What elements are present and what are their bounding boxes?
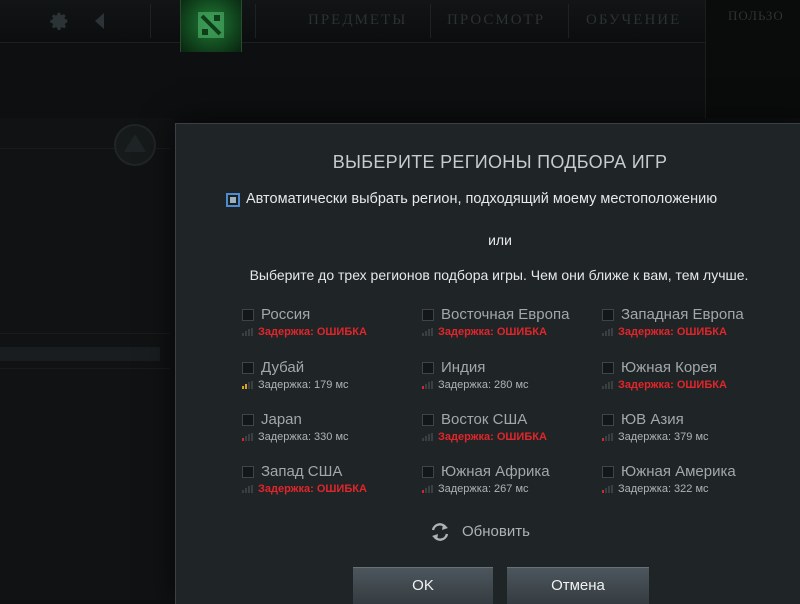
user-tab-label: ПОЛЬЗО	[728, 8, 784, 23]
region-name: Восточная Европа	[441, 306, 570, 323]
tab-learn[interactable]: ОБУЧЕНИЕ	[586, 12, 681, 34]
back-arrow-icon[interactable]	[92, 11, 106, 31]
region-checkbox[interactable]	[242, 414, 254, 426]
region-name: Южная Корея	[621, 359, 717, 376]
region-checkbox[interactable]	[602, 309, 614, 321]
region-latency: Задержка: 330 мс	[258, 431, 349, 443]
region-option[interactable]: Восток США Задержка: ОШИБКА	[422, 410, 592, 454]
region-checkbox[interactable]	[422, 309, 434, 321]
region-latency: Задержка: ОШИБКА	[438, 326, 547, 338]
refresh-label: Обновить	[462, 523, 530, 540]
signal-strength-icon	[422, 433, 436, 441]
region-name: ЮВ Азия	[621, 411, 684, 428]
region-option[interactable]: Южная Африка Задержка: 267 мс	[422, 462, 592, 506]
top-nav-bar: ПРЕДМЕТЫ ПРОСМОТР ОБУЧЕНИЕ	[0, 0, 800, 43]
dota-logo-icon	[198, 12, 224, 38]
nav-divider	[430, 4, 431, 38]
signal-strength-icon	[602, 328, 616, 336]
signal-strength-icon	[242, 485, 256, 493]
tab-watch[interactable]: ПРОСМОТР	[447, 12, 545, 34]
dim-emblem-icon	[114, 124, 156, 166]
region-latency: Задержка: ОШИБКА	[618, 379, 727, 391]
region-checkbox[interactable]	[242, 466, 254, 478]
auto-region-label: Автоматически выбрать регион, подходящий…	[246, 191, 718, 207]
ok-button[interactable]: OK	[353, 567, 493, 604]
region-checkbox[interactable]	[602, 362, 614, 374]
signal-strength-icon	[422, 328, 436, 336]
region-option[interactable]: Россия Задержка: ОШИБКА	[242, 305, 412, 349]
region-latency: Задержка: ОШИБКА	[258, 326, 367, 338]
signal-strength-icon	[602, 381, 616, 389]
tab-items[interactable]: ПРЕДМЕТЫ	[308, 12, 407, 34]
region-name: Дубай	[261, 359, 305, 376]
region-option[interactable]: ЮВ Азия Задержка: 379 мс	[602, 410, 772, 454]
region-latency: Задержка: 280 мс	[438, 379, 529, 391]
signal-strength-icon	[242, 328, 256, 336]
region-option[interactable]: Japan Задержка: 330 мс	[242, 410, 412, 454]
region-checkbox[interactable]	[602, 466, 614, 478]
region-latency: Задержка: 179 мс	[258, 379, 349, 391]
region-latency: Задержка: ОШИБКА	[618, 326, 727, 338]
region-checkbox[interactable]	[242, 362, 254, 374]
region-option[interactable]: Запад США Задержка: ОШИБКА	[242, 462, 412, 506]
signal-strength-icon	[422, 485, 436, 493]
nav-divider	[255, 4, 256, 38]
region-option[interactable]: Индия Задержка: 280 мс	[422, 358, 592, 402]
region-option[interactable]: Южная Корея Задержка: ОШИБКА	[602, 358, 772, 402]
region-name: Западная Европа	[621, 306, 744, 323]
refresh-icon	[431, 523, 449, 541]
or-separator-text: или	[488, 232, 512, 248]
signal-strength-icon	[602, 433, 616, 441]
region-latency: Задержка: ОШИБКА	[438, 431, 547, 443]
signal-strength-icon	[242, 433, 256, 441]
region-checkbox[interactable]	[422, 414, 434, 426]
region-name: Индия	[441, 359, 486, 376]
region-option[interactable]: Восточная Европа Задержка: ОШИБКА	[422, 305, 592, 349]
divider	[0, 368, 170, 369]
cancel-button[interactable]: Отмена	[507, 567, 649, 604]
region-option[interactable]: Западная Европа Задержка: ОШИБКА	[602, 305, 772, 349]
region-latency: Задержка: ОШИБКА	[258, 483, 367, 495]
signal-strength-icon	[422, 381, 436, 389]
nav-divider	[150, 4, 151, 38]
region-name: Запад США	[261, 463, 343, 480]
user-profile-tab[interactable]: ПОЛЬЗО	[705, 0, 800, 118]
region-checkbox[interactable]	[422, 466, 434, 478]
region-checkbox[interactable]	[422, 362, 434, 374]
region-option[interactable]: Южная Америка Задержка: 322 мс	[602, 462, 772, 506]
region-name: Южная Африка	[441, 463, 550, 480]
divider	[0, 333, 170, 334]
gear-icon[interactable]	[48, 10, 70, 32]
nav-divider	[568, 4, 569, 38]
region-latency: Задержка: 322 мс	[618, 483, 709, 495]
instruction-text: Выберите до трех регионов подбора игры. …	[249, 267, 749, 283]
region-name: Восток США	[441, 411, 528, 428]
signal-strength-icon	[602, 485, 616, 493]
region-name: Japan	[261, 411, 302, 428]
region-select-dialog: ВЫБЕРИТЕ РЕГИОНЫ ПОДБОРА ИГР Автоматичес…	[175, 123, 800, 604]
auto-region-checkbox[interactable]	[226, 193, 240, 207]
home-logo-button[interactable]	[180, 0, 242, 52]
region-checkbox[interactable]	[242, 309, 254, 321]
signal-strength-icon	[242, 381, 256, 389]
region-name: Южная Америка	[621, 463, 736, 480]
dialog-title: ВЫБЕРИТЕ РЕГИОНЫ ПОДБОРА ИГР	[332, 152, 668, 172]
region-option[interactable]: Дубай Задержка: 179 мс	[242, 358, 412, 402]
region-latency: Задержка: 267 мс	[438, 483, 529, 495]
region-name: Россия	[261, 306, 311, 323]
region-checkbox[interactable]	[602, 414, 614, 426]
background-progress-bar	[0, 347, 160, 361]
region-latency: Задержка: 379 мс	[618, 431, 709, 443]
